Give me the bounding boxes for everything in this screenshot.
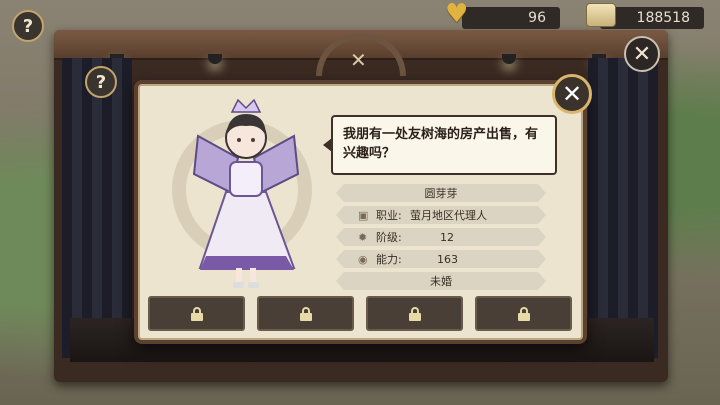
job-value: 萤月地区代理人 (410, 209, 487, 222)
character-info: 圆芽芽 ▣ 职业: 萤月地区代理人 ✹ 阶级: 12 ◉ 能力: 163 未婚 (336, 180, 552, 290)
character-name-row: 圆芽芽 (336, 184, 546, 202)
locked-slot-4[interactable] (475, 296, 572, 331)
help-button[interactable]: ? (12, 10, 44, 42)
stage-help-button[interactable]: ? (85, 66, 117, 98)
rank-label: 阶级: (376, 231, 402, 244)
rank-value: 12 (440, 230, 454, 244)
fork-knife-icon: ✕ (350, 48, 367, 72)
character-portrait (192, 98, 300, 288)
marital-row: 未婚 (336, 272, 546, 290)
briefcase-icon: ▣ (358, 208, 369, 222)
locked-slot-1[interactable] (148, 296, 245, 331)
orb-icon: ◉ (358, 252, 368, 266)
locked-slot-3[interactable] (366, 296, 463, 331)
close-dialog-button[interactable]: ✕ (552, 74, 592, 114)
rank-row: ✹ 阶级: 12 (336, 228, 546, 246)
ability-label: 能力: (376, 253, 402, 266)
lock-icon (408, 306, 421, 321)
heart-icon: ♥ (445, 0, 469, 29)
marital-status: 未婚 (430, 275, 452, 288)
ability-row: ◉ 能力: 163 (336, 250, 546, 268)
hearts-counter: 96 (462, 7, 560, 29)
job-label: 职业: (376, 209, 402, 222)
hearts-count: 96 (528, 10, 546, 26)
curtain-left (62, 58, 132, 358)
ability-value: 163 (437, 252, 458, 266)
help-icon: ? (95, 71, 107, 93)
coins-count: 188518 (636, 10, 690, 26)
job-row: ▣ 职业: 萤月地区代理人 (336, 206, 546, 224)
close-stage-button[interactable]: ✕ (624, 36, 660, 72)
gear-icon: ✹ (358, 230, 368, 244)
locked-slot-2[interactable] (257, 296, 354, 331)
speech-bubble: 我朋有一处友树海的房产出售，有兴趣吗？ (331, 115, 557, 175)
coin-stack-icon (586, 3, 616, 27)
lock-icon (517, 306, 530, 321)
lock-icon (299, 306, 312, 321)
close-icon: ✕ (632, 41, 652, 67)
close-icon: ✕ (561, 80, 583, 108)
character-name: 圆芽芽 (424, 187, 458, 200)
help-icon: ? (22, 15, 34, 37)
lock-icon (190, 306, 203, 321)
curtain-right (588, 58, 658, 358)
